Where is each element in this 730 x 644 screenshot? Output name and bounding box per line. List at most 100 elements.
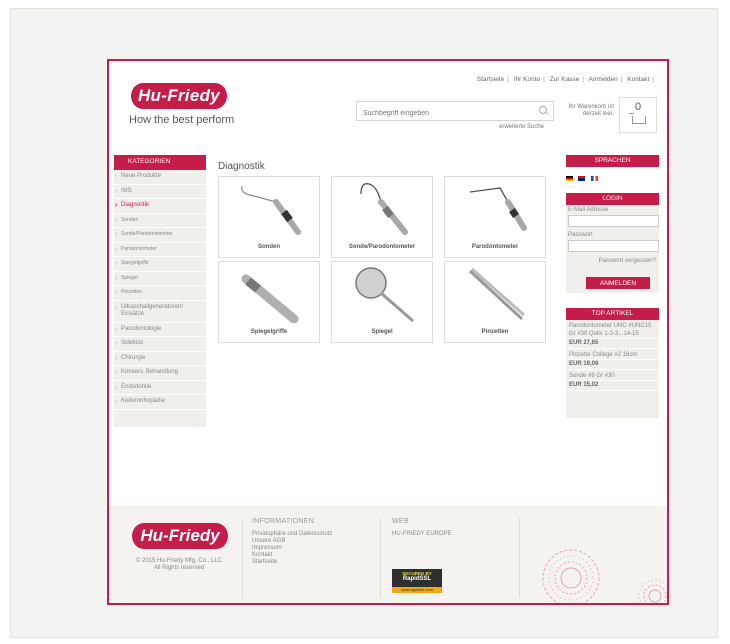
ssl-seal-brand: RapidSSL [402, 576, 432, 582]
login-button[interactable]: ANMELDEN [586, 277, 650, 289]
probe-icon [241, 185, 301, 235]
category-sidebar: KATEGORIEN Neue Produkte IMS Diagnostik … [114, 155, 206, 427]
nav-link-kontakt[interactable]: Kontakt [627, 76, 649, 83]
tweezers-icon [468, 267, 525, 321]
footer-divider [519, 518, 520, 598]
search-input[interactable] [357, 105, 533, 122]
languages-title: SPRACHEN [566, 155, 659, 167]
category-item-parodontologie[interactable]: Parodontologie [114, 323, 206, 337]
fr-flag-icon[interactable] [590, 176, 598, 181]
top-article-price: EUR 15,02 [566, 381, 659, 391]
copyright-line: © 2015 Hu-Friedy Mfg. Co., LLC [135, 558, 223, 564]
site-frame: Hu-Friedy How the best perform Startseit… [107, 59, 669, 605]
category-item-spiegel[interactable]: Spiegel [114, 272, 206, 286]
category-item-neue-produkte[interactable]: Neue Produkte [114, 170, 206, 185]
product-tile-parodontometer[interactable]: Parodontometer [444, 176, 546, 258]
footer-web-column: WEB HU-FRIEDY EUROPE [392, 518, 452, 538]
footer-link-datenschutz[interactable]: Privatsphäre und Datenschutz [252, 531, 332, 538]
cart-status-text: Ihr Warenkorb ist derzeit leer. [568, 104, 614, 117]
password-field[interactable] [568, 240, 659, 252]
site-footer: Hu-Friedy © 2015 Hu-Friedy Mfg. Co., LLC… [109, 506, 667, 603]
nav-link-anmelden[interactable]: Anmelden [588, 76, 617, 83]
page-background: Hu-Friedy How the best perform Startseit… [10, 8, 718, 638]
explorer-icon [360, 183, 408, 235]
copyright-line: All Rights reserved [153, 565, 205, 571]
footer-info-column: INFORMATIONEN Privatsphäre und Datenschu… [252, 518, 332, 566]
search-icon[interactable] [539, 106, 547, 114]
category-item-endodontie[interactable]: Endodontie [114, 381, 206, 395]
product-tile-pinzetten[interactable]: Pinzetten [444, 261, 546, 343]
advanced-search-link[interactable]: erweiterte Suche [499, 124, 544, 130]
top-article-name[interactable]: Sonde #9 Gr #30 [566, 370, 659, 381]
category-item-pinzetten[interactable]: Pinzetten [114, 286, 206, 301]
ssl-seal-badge[interactable]: SECURED BY RapidSSL www.rapidssl.com [392, 569, 442, 593]
email-label: E-Mail Adresse [568, 207, 609, 213]
category-item-diagnostik[interactable]: Diagnostik [114, 199, 206, 214]
periodontal-probe-icon [469, 187, 527, 231]
category-item-parodontometer[interactable]: Parodontometer [114, 243, 206, 257]
footer-link-agb[interactable]: Unsere AGB [252, 538, 332, 545]
product-tile-sonden[interactable]: Sonden [218, 176, 320, 258]
footer-divider [380, 518, 381, 598]
decorative-rosette-icon [542, 549, 667, 603]
cart-button[interactable]: 0 [619, 97, 657, 133]
footer-copyright: © 2015 Hu-Friedy Mfg. Co., LLC All Right… [119, 558, 239, 572]
top-articles-panel: TOP ARTIKEL Parodontometer UNC #UNC15 Gr… [566, 308, 659, 418]
category-item-ims[interactable]: IMS [114, 185, 206, 199]
shopping-cart-icon [629, 113, 646, 124]
product-tile-spiegelgriffe[interactable]: Spiegelgriffe [218, 261, 320, 343]
top-navigation: Startseite | Ihr Konto | Zur Kasse | Anmeld… [476, 76, 654, 83]
language-flags [566, 168, 599, 181]
category-item-chirurgie[interactable]: Chirurgie [114, 352, 206, 366]
languages-panel: SPRACHEN [566, 155, 659, 167]
top-article-price: EUR 19,06 [566, 360, 659, 370]
brand-logo[interactable]: Hu-Friedy [131, 83, 227, 109]
top-article-name[interactable]: Pinzette College #2 16cm [566, 349, 659, 360]
nav-link-startseite[interactable]: Startseite [477, 76, 504, 83]
category-item-ultraschall[interactable]: Ultraschallgeneratoren/ Einsätze [114, 301, 206, 323]
footer-web-title: WEB [392, 518, 409, 525]
mirror-icon [355, 267, 414, 323]
product-tile-label: Sonden [258, 244, 280, 250]
search-box [356, 101, 554, 122]
top-article-price: EUR 27,65 [566, 339, 659, 349]
top-article-name[interactable]: Parodontometer UNC #UNC15 Gr #30 Qulix 1… [566, 320, 659, 339]
email-field[interactable] [568, 215, 659, 227]
footer-info-title: INFORMATIONEN [252, 518, 315, 525]
footer-divider [242, 518, 243, 598]
top-articles-title: TOP ARTIKEL [566, 308, 659, 320]
footer-link-hu-friedy-europe[interactable]: HU-FRIEDY EUROPE [392, 531, 452, 538]
product-tile-label: Pinzetten [481, 329, 509, 335]
page-title: Diagnostik [218, 161, 265, 172]
login-title: LOGIN [566, 193, 659, 205]
category-item-sonde-parodontometer[interactable]: Sonde/Parodontometer [114, 228, 206, 243]
product-tile-label: Spiegelgriffe [250, 329, 288, 335]
footer-logo[interactable]: Hu-Friedy [132, 523, 228, 549]
nav-link-konto[interactable]: Ihr Konto [514, 76, 540, 83]
de-flag-icon[interactable] [566, 176, 573, 181]
footer-link-kontakt[interactable]: Kontakt [252, 552, 332, 559]
product-tile-label: Spiegel [371, 329, 393, 335]
uk-flag-icon[interactable] [578, 176, 586, 181]
category-item-konserv[interactable]: Konserv. Behandlung [114, 366, 206, 381]
footer-link-startseite[interactable]: Startseite [252, 559, 332, 566]
password-label: Passwort [568, 232, 593, 238]
category-item-sonden[interactable]: Sonden [114, 214, 206, 228]
mirror-handle-icon [241, 274, 299, 323]
nav-link-kasse[interactable]: Zur Kasse [550, 76, 580, 83]
category-item-sidekick[interactable]: Sidekick [114, 337, 206, 352]
ssl-seal-url: www.rapidssl.com [392, 587, 442, 593]
forgot-password-link[interactable]: Passwort vergessen? [566, 258, 659, 264]
brand-tagline: How the best perform [129, 114, 235, 126]
category-item-spiegelgriffe[interactable]: Spiegelgriffe [114, 257, 206, 272]
category-sidebar-title: KATEGORIEN [114, 155, 206, 170]
product-tile-spiegel[interactable]: Spiegel [331, 261, 433, 343]
product-tile-sonde-parodontometer[interactable]: Sonde/Parodontometer [331, 176, 433, 258]
login-panel: LOGIN E-Mail Adresse Passwort Passwort v… [566, 193, 659, 293]
product-tile-label: Parodontometer [471, 244, 519, 250]
footer-link-impressum[interactable]: Impressum [252, 545, 332, 552]
category-item-kieferorthopaedie[interactable]: Kieferorthopädie [114, 395, 206, 410]
ssl-seal-caption: SECURED BY [402, 571, 432, 576]
product-tile-label: Sonde/Parodontometer [348, 244, 416, 250]
cart-count: 0 [634, 101, 642, 113]
